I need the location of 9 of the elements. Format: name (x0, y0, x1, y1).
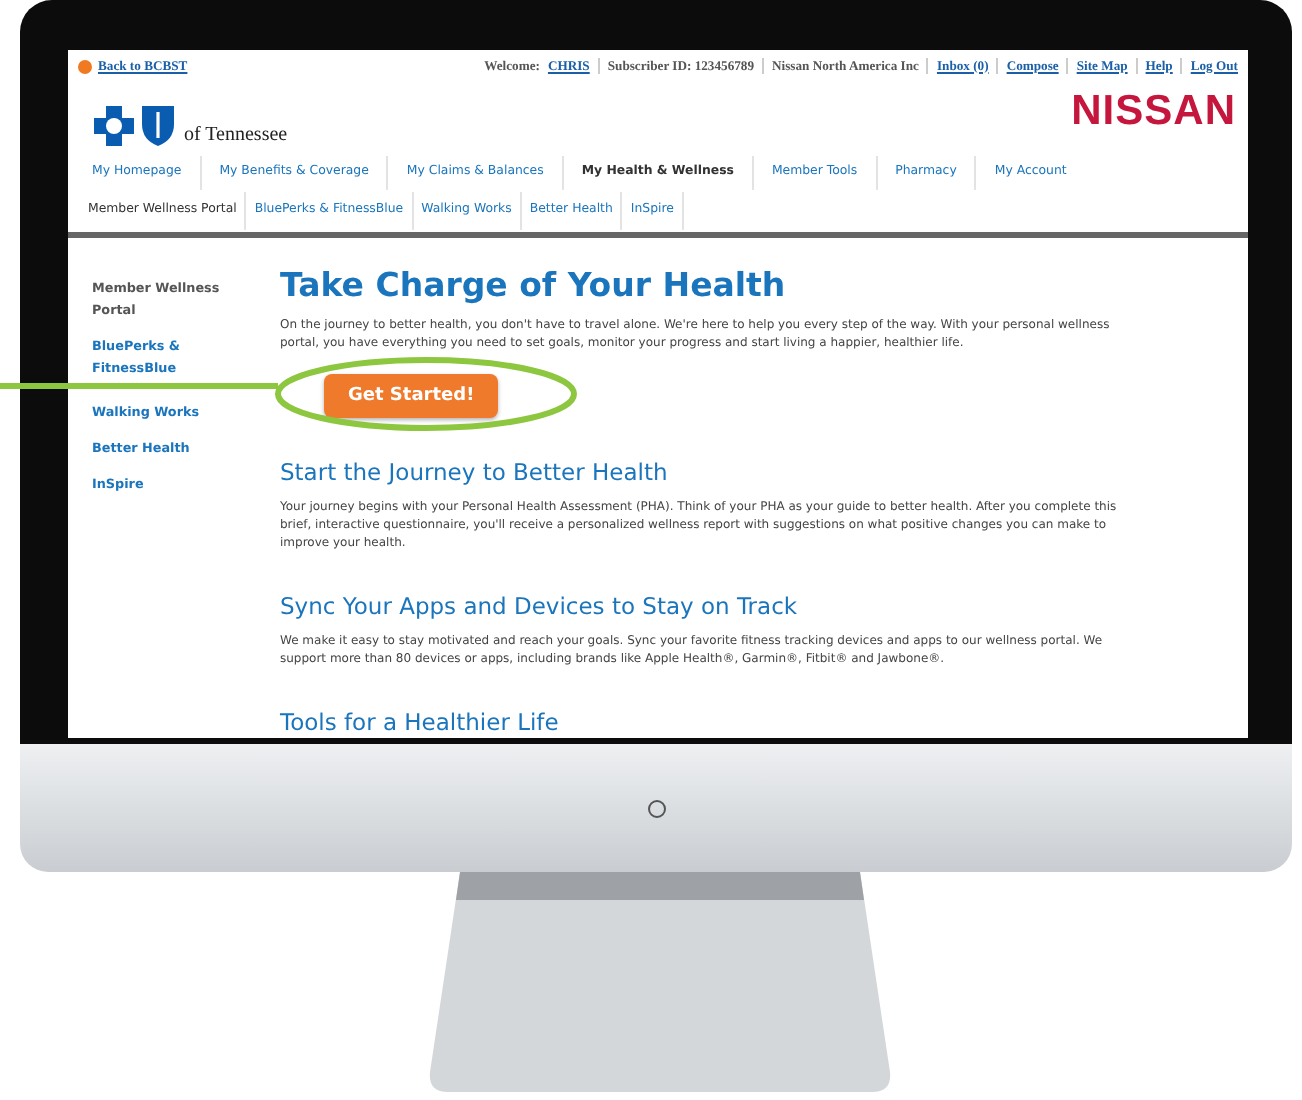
logo-text: of Tennessee (184, 126, 288, 146)
section-heading: Sync Your Apps and Devices to Stay on Track (280, 592, 800, 620)
get-started-button[interactable]: Get Started! (324, 374, 499, 418)
brand-logo: NISSAN (1071, 90, 1236, 132)
section-heading: Tools for a Healthier Life (280, 708, 561, 736)
cross-shield-logo-icon (92, 102, 180, 146)
page-title: Take Charge of Your Health (280, 266, 788, 304)
power-button-icon[interactable] (647, 799, 665, 817)
section-heading: Start the Journey to Better Health (280, 458, 670, 486)
